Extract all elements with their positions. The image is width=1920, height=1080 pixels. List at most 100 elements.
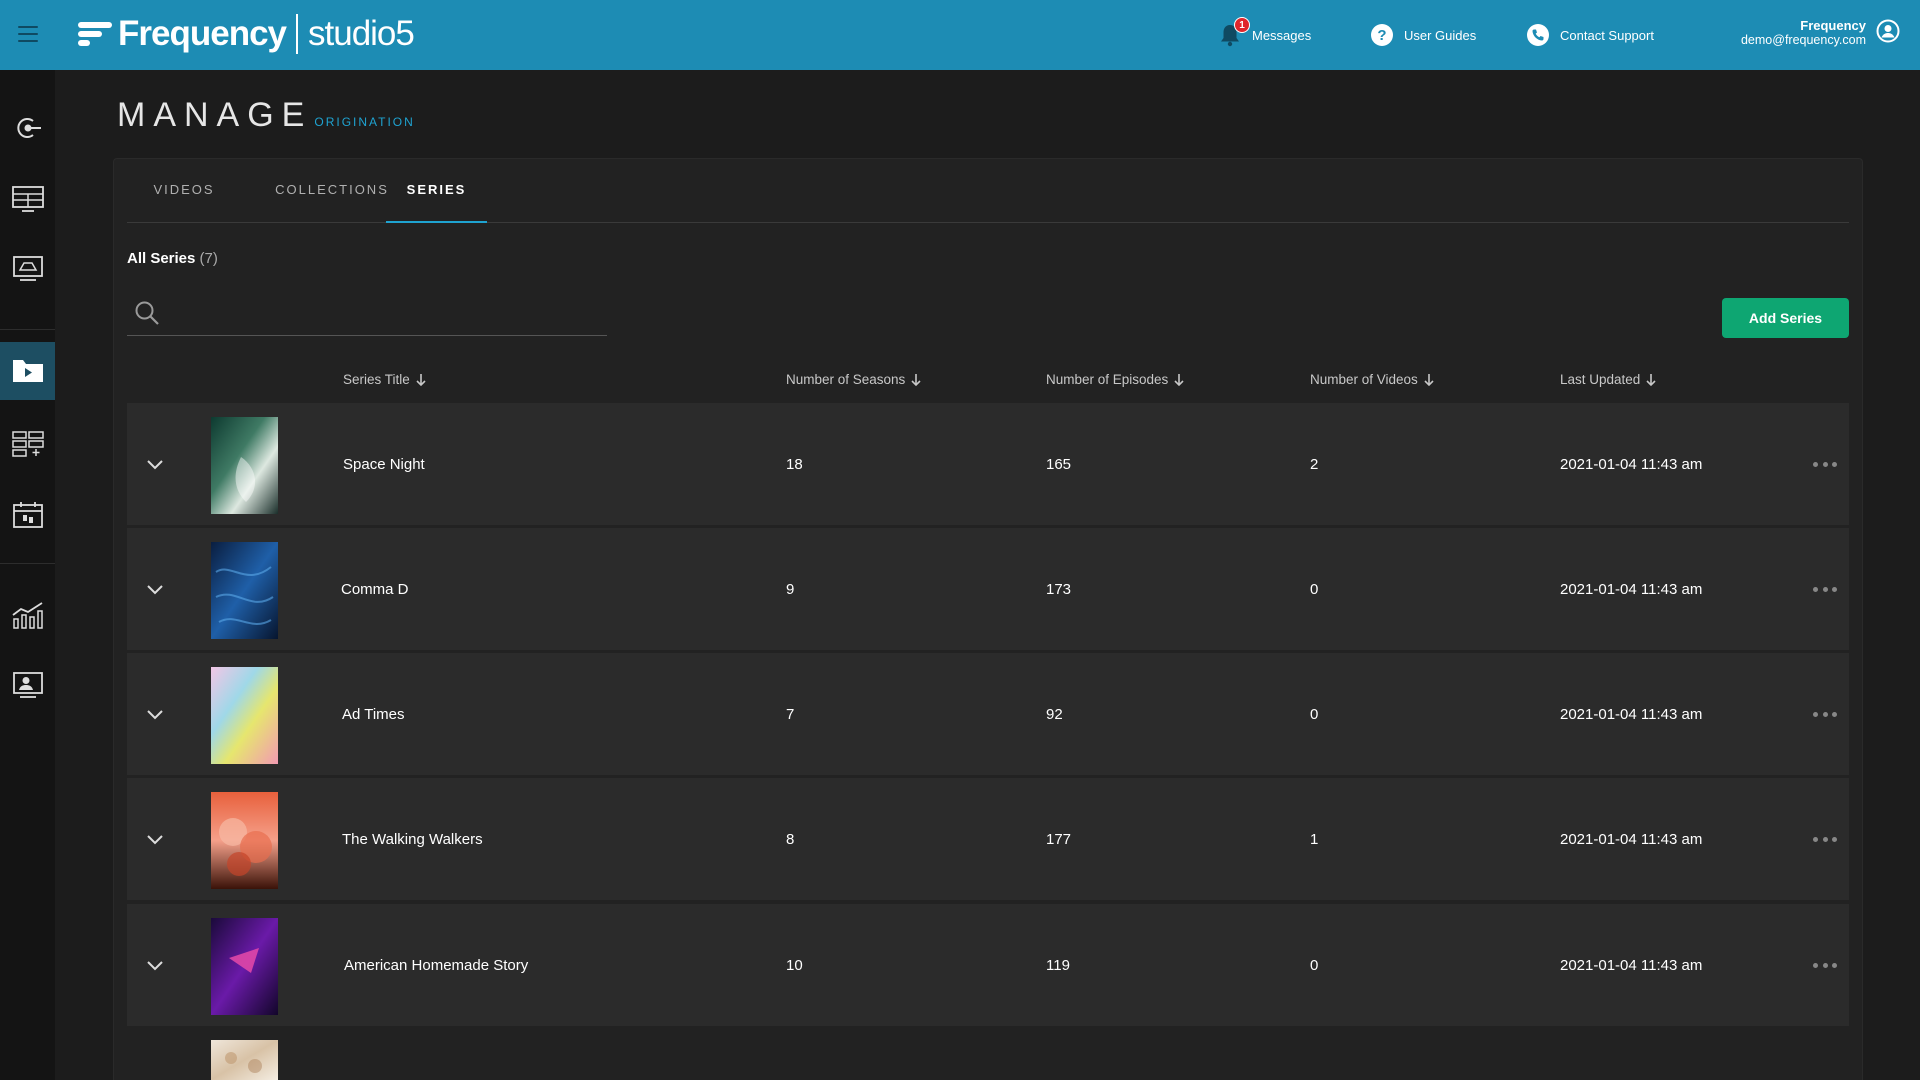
table-row[interactable]: American Homemade Story 10 119 0 2021-01… (127, 904, 1849, 1026)
sidebar-item-display[interactable] (0, 240, 55, 298)
series-thumbnail (211, 792, 278, 889)
sort-arrow-icon (1424, 373, 1434, 386)
series-videos: 0 (1310, 956, 1319, 974)
more-options-icon[interactable] (1813, 584, 1837, 594)
list-heading-label: All Series (127, 250, 196, 267)
add-series-button[interactable]: Add Series (1722, 298, 1849, 338)
user-menu[interactable]: Frequency demo@frequency.com (1741, 18, 1900, 48)
column-header-title[interactable]: Series Title (343, 372, 426, 387)
origination-icon (16, 118, 41, 138)
series-title[interactable]: Ad Times (342, 653, 405, 775)
series-updated: 2021-01-04 11:43 am (1560, 956, 1703, 974)
tab-videos[interactable]: VIDEOS (152, 172, 216, 223)
help-icon: ? (1370, 23, 1394, 47)
monitor-icon (12, 256, 43, 281)
series-videos: 0 (1310, 580, 1319, 598)
series-updated: 2021-01-04 11:43 am (1560, 705, 1703, 723)
tab-collections[interactable]: COLLECTIONS (257, 172, 407, 223)
user-guides-button[interactable]: ? User Guides (1370, 20, 1476, 50)
series-thumbnail (211, 667, 278, 764)
more-options-icon[interactable] (1813, 960, 1837, 970)
contact-support-label: Contact Support (1560, 27, 1654, 43)
sort-arrow-icon (1646, 373, 1656, 386)
column-header-episodes[interactable]: Number of Episodes (1046, 372, 1184, 387)
series-thumbnail (211, 918, 278, 1015)
table-row[interactable]: Comma D 9 173 0 2021-01-04 11:43 am (127, 528, 1849, 650)
user-name: Frequency (1800, 18, 1866, 33)
column-header-seasons[interactable]: Number of Seasons (786, 372, 921, 387)
series-updated: 2021-01-04 11:43 am (1560, 830, 1703, 848)
series-seasons: 18 (786, 455, 803, 473)
chevron-down-icon[interactable] (143, 452, 167, 476)
series-seasons: 7 (786, 705, 795, 723)
contact-support-button[interactable]: Contact Support (1526, 20, 1654, 50)
table-header: Series Title Number of Seasons Number of… (0, 372, 1920, 392)
tab-bar: VIDEOS COLLECTIONS SERIES (127, 172, 1849, 223)
sort-arrow-icon (416, 373, 426, 386)
sort-arrow-icon (911, 373, 921, 386)
table-row[interactable]: Space Night 18 165 2 2021-01-04 11:43 am (127, 403, 1849, 525)
table-row[interactable] (127, 1029, 1849, 1080)
brand-name: Frequency (118, 14, 287, 53)
column-header-videos-label: Number of Videos (1310, 372, 1418, 387)
list-heading: All Series (7) (127, 250, 218, 267)
series-title[interactable]: Space Night (343, 403, 425, 525)
sidebar-item-layout[interactable] (0, 170, 55, 228)
grid-layout-icon (11, 186, 44, 212)
analytics-icon (11, 602, 43, 629)
chevron-down-icon[interactable] (143, 577, 167, 601)
sidebar-item-users[interactable] (0, 656, 55, 714)
page-title-main: MANAGE (117, 96, 313, 134)
user-guides-label: User Guides (1404, 27, 1477, 43)
frequency-logo-icon (78, 20, 112, 48)
brand-logo[interactable]: Frequency studio5 (78, 12, 415, 56)
series-title[interactable]: The Walking Walkers (342, 778, 483, 900)
user-info: Frequency demo@frequency.com (1741, 18, 1866, 48)
sidebar-item-add-layout[interactable] (0, 415, 55, 473)
svg-text:?: ? (1377, 27, 1386, 44)
sidebar-item-analytics[interactable] (0, 586, 55, 644)
sidebar-item-origination[interactable] (0, 99, 55, 157)
series-videos: 0 (1310, 705, 1319, 723)
column-header-episodes-label: Number of Episodes (1046, 372, 1169, 387)
column-header-updated[interactable]: Last Updated (1560, 372, 1656, 387)
table-row[interactable]: Ad Times 7 92 0 2021-01-04 11:43 am (127, 653, 1849, 775)
add-layout-icon (11, 431, 44, 457)
chevron-down-icon[interactable] (143, 702, 167, 726)
sidebar-item-schedule[interactable] (0, 486, 55, 544)
bell-icon: 1 (1218, 17, 1250, 47)
messages-badge: 1 (1234, 17, 1250, 33)
messages-button[interactable]: 1 Messages (1218, 17, 1312, 50)
list-count: (7) (199, 250, 218, 267)
tab-series[interactable]: SERIES (386, 172, 487, 223)
series-episodes: 177 (1046, 830, 1072, 848)
sidebar-divider (0, 329, 55, 330)
series-episodes: 165 (1046, 455, 1072, 473)
column-header-seasons-label: Number of Seasons (786, 372, 906, 387)
phone-icon (1526, 23, 1550, 47)
more-options-icon[interactable] (1813, 459, 1837, 469)
more-options-icon[interactable] (1813, 709, 1837, 719)
chevron-down-icon[interactable] (143, 827, 167, 851)
chevron-down-icon[interactable] (143, 953, 167, 977)
top-bar: Frequency studio5 1 Messages ? User Guid… (0, 0, 1920, 70)
avatar-icon (1876, 19, 1900, 48)
messages-label: Messages (1252, 27, 1312, 43)
series-seasons: 9 (786, 580, 795, 598)
calendar-icon (12, 502, 43, 528)
more-options-icon[interactable] (1813, 834, 1837, 844)
brand-separator (296, 14, 298, 54)
user-badge-icon (12, 672, 43, 698)
product-name: studio5 (308, 14, 415, 53)
series-videos: 2 (1310, 455, 1319, 473)
series-title[interactable]: American Homemade Story (344, 904, 528, 1026)
table-row[interactable]: The Walking Walkers 8 177 1 2021-01-04 1… (127, 778, 1849, 900)
series-episodes: 119 (1046, 956, 1070, 974)
column-header-videos[interactable]: Number of Videos (1310, 372, 1434, 387)
search-icon (134, 300, 160, 331)
series-episodes: 173 (1046, 580, 1072, 598)
column-header-updated-label: Last Updated (1560, 372, 1641, 387)
search-input[interactable] (173, 296, 593, 328)
menu-icon[interactable] (18, 26, 38, 42)
series-title[interactable]: Comma D (341, 528, 409, 650)
